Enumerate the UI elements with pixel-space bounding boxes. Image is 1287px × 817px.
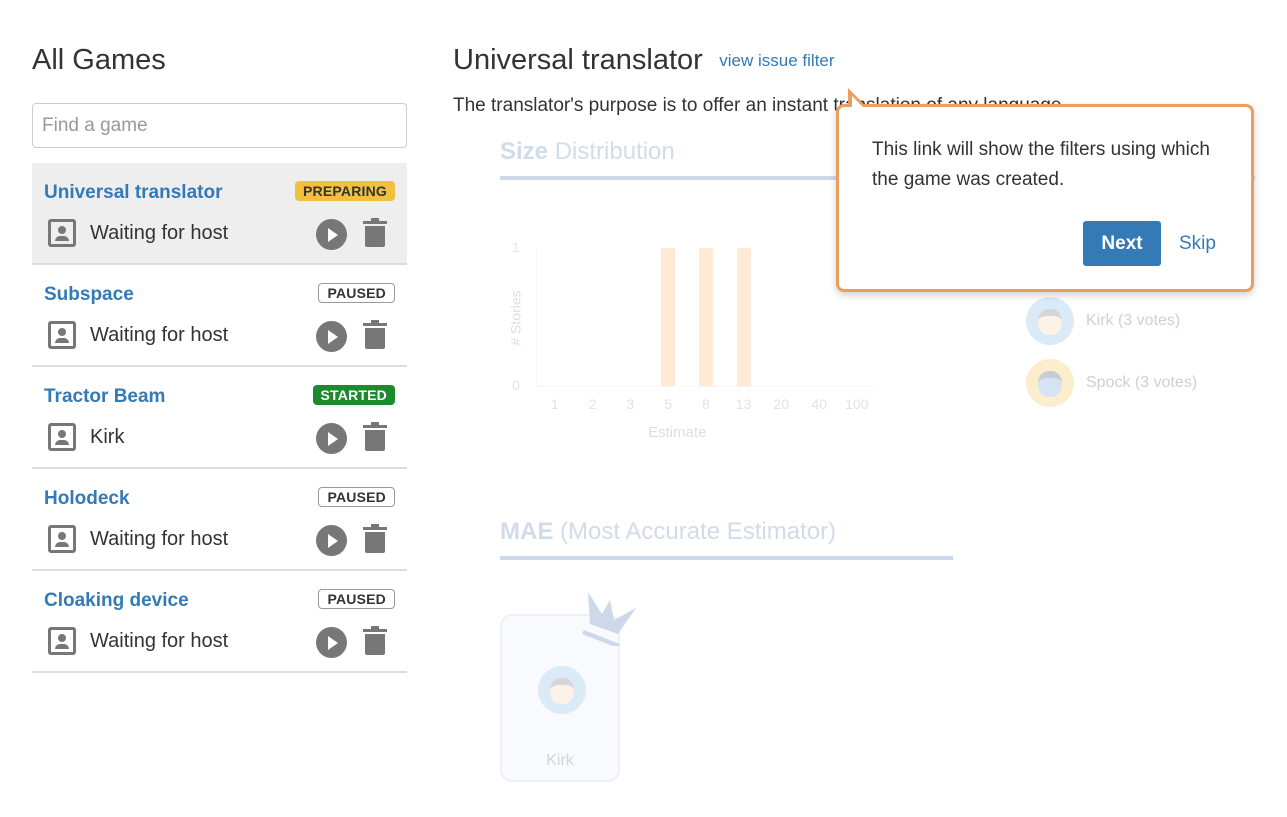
play-icon[interactable] — [316, 525, 347, 556]
main-content: Universal translator view issue filter T… — [453, 40, 1273, 116]
voter-label: Kirk (3 votes) — [1086, 312, 1181, 329]
play-icon[interactable] — [316, 321, 347, 352]
host-name: Waiting for host — [90, 629, 229, 652]
size-distribution-heading: Size Distribution — [500, 138, 675, 166]
host-info: Waiting for host — [48, 219, 228, 247]
skip-link[interactable]: Skip — [1179, 233, 1216, 255]
x-tick-label: 100 — [845, 396, 869, 412]
x-tick-label: 40 — [811, 396, 827, 412]
trash-icon[interactable] — [363, 524, 387, 554]
trash-icon[interactable] — [363, 422, 387, 452]
game-name-link[interactable]: Universal translator — [44, 182, 222, 204]
status-badge: PAUSED — [318, 283, 395, 303]
crown-icon — [582, 592, 636, 646]
winner-name: Kirk — [546, 752, 574, 769]
status-badge: PAUSED — [318, 487, 395, 507]
x-tick-label: 13 — [735, 396, 752, 412]
x-tick-label: 5 — [664, 396, 673, 412]
game-list-item[interactable]: Holodeck PAUSED Waiting for host — [32, 469, 407, 571]
game-list-item[interactable]: Tractor Beam STARTED Kirk — [32, 367, 407, 469]
host-name: Waiting for host — [90, 527, 229, 550]
status-badge: PREPARING — [295, 181, 395, 201]
status-badge: PAUSED — [318, 589, 395, 609]
y-axis-label: # Stories — [507, 290, 524, 346]
mae-heading: MAE (Most Accurate Estimator) — [500, 518, 836, 546]
heading-bold: Size — [500, 138, 549, 165]
game-name-link[interactable]: Holodeck — [44, 488, 130, 510]
voter-item: Kirk (3 votes) — [1026, 297, 1180, 345]
game-name-link[interactable]: Subspace — [44, 284, 134, 306]
find-game-input[interactable] — [32, 103, 407, 148]
game-list-item[interactable]: Universal translator PREPARING Waiting for… — [32, 163, 407, 265]
play-icon[interactable] — [316, 423, 347, 454]
section-divider — [500, 556, 953, 560]
heading-rest: Distribution — [554, 138, 675, 165]
user-portrait-icon — [48, 525, 76, 553]
avatar — [538, 666, 586, 714]
host-name: Kirk — [90, 425, 125, 448]
y-tick-label: 0 — [512, 377, 520, 393]
play-icon[interactable] — [316, 627, 347, 658]
host-info: Kirk — [48, 423, 124, 451]
y-tick-label: 1 — [512, 239, 520, 255]
game-list-item[interactable]: Subspace PAUSED Waiting for host — [32, 265, 407, 367]
tooltip-message: This link will show the filters using wh… — [872, 139, 1210, 190]
sidebar-title: All Games — [32, 44, 166, 76]
x-tick-label: 3 — [626, 396, 635, 412]
host-name: Waiting for host — [90, 221, 229, 244]
bar-13 — [736, 248, 751, 386]
tour-tooltip: This link will show the filters using wh… — [836, 104, 1254, 292]
tooltip-arrow-inner — [852, 96, 864, 108]
y-axis — [536, 248, 537, 386]
heading-rest: (Most Accurate Estimator) — [560, 518, 837, 545]
avatar — [1026, 297, 1074, 345]
trash-icon[interactable] — [363, 320, 387, 350]
x-tick-label: 2 — [588, 396, 597, 412]
game-name-link[interactable]: Cloaking device — [44, 590, 189, 612]
trash-icon[interactable] — [363, 626, 387, 656]
games-list: Universal translator PREPARING Waiting for… — [32, 163, 407, 673]
game-name-link[interactable]: Tractor Beam — [44, 386, 165, 408]
view-issue-filter-link[interactable]: view issue filter — [719, 51, 834, 70]
user-portrait-icon — [48, 423, 76, 451]
x-tick-label: 20 — [773, 396, 790, 412]
x-tick-label: 1 — [550, 396, 559, 412]
user-portrait-icon — [48, 627, 76, 655]
next-button[interactable]: Next — [1083, 221, 1161, 266]
play-icon[interactable] — [316, 219, 347, 250]
game-list-item[interactable]: Cloaking device PAUSED Waiting for host — [32, 571, 407, 673]
avatar — [1026, 359, 1074, 407]
user-portrait-icon — [48, 321, 76, 349]
x-axis-label: Estimate — [648, 424, 707, 441]
host-name: Waiting for host — [90, 323, 229, 346]
user-portrait-icon — [48, 219, 76, 247]
host-info: Waiting for host — [48, 321, 228, 349]
bar-8 — [699, 248, 713, 386]
voter-item: Spock (3 votes) — [1026, 359, 1197, 407]
trash-icon[interactable] — [363, 218, 387, 248]
game-title: Universal translator — [453, 44, 703, 76]
host-info: Waiting for host — [48, 627, 228, 655]
bar-5 — [661, 248, 676, 386]
x-tick-label: 8 — [702, 396, 710, 412]
sidebar: All Games Universal translator PREPARING W… — [32, 40, 407, 673]
voter-label: Spock (3 votes) — [1086, 374, 1198, 391]
host-info: Waiting for host — [48, 525, 228, 553]
x-axis — [536, 386, 876, 387]
status-badge: STARTED — [312, 385, 395, 405]
heading-bold: MAE — [500, 518, 554, 545]
